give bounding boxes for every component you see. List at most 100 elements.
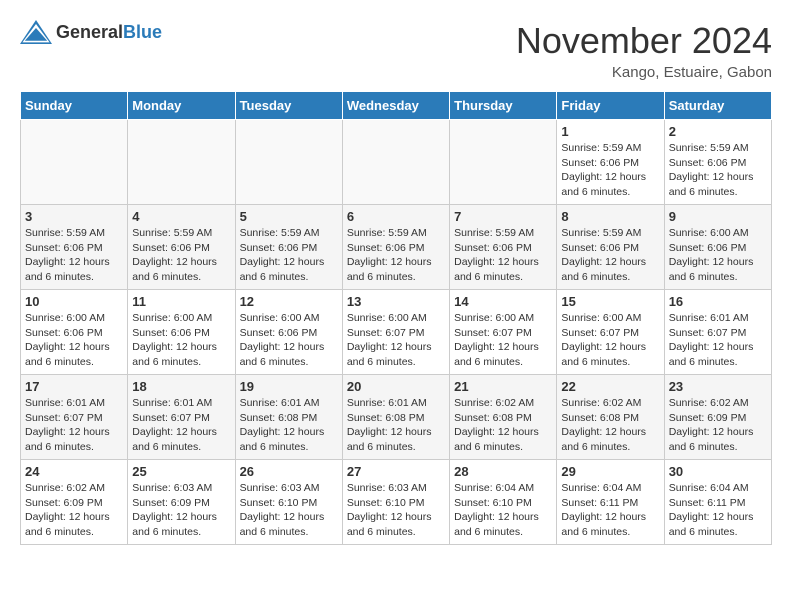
day-info: Sunrise: 5:59 AMSunset: 6:06 PMDaylight:… (25, 226, 123, 285)
day-info: Sunrise: 6:00 AMSunset: 6:07 PMDaylight:… (347, 311, 445, 370)
day-info: Sunrise: 6:00 AMSunset: 6:06 PMDaylight:… (669, 226, 767, 285)
day-info: Sunrise: 6:02 AMSunset: 6:08 PMDaylight:… (454, 396, 552, 455)
weekday-tuesday: Tuesday (235, 92, 342, 120)
calendar-day-cell: 7 Sunrise: 5:59 AMSunset: 6:06 PMDaylight… (450, 205, 557, 290)
location-subtitle: Kango, Estuaire, Gabon (516, 64, 772, 81)
day-number: 6 (347, 209, 445, 224)
calendar-day-cell: 29Sunrise: 6:04 AMSunset: 6:11 PMDayligh… (557, 460, 664, 545)
day-info: Sunrise: 6:01 AMSunset: 6:08 PMDaylight:… (240, 396, 338, 455)
day-number: 16 (669, 294, 767, 309)
calendar-day-cell: 16 Sunrise: 6:01 AMSunset: 6:07 PMDayligh… (664, 290, 771, 375)
day-number: 5 (240, 209, 338, 224)
weekday-thursday: Thursday (450, 92, 557, 120)
calendar-day-cell: 2 Sunrise: 5:59 AMSunset: 6:06 PMDaylight… (664, 120, 771, 205)
day-number: 19 (240, 379, 338, 394)
day-number: 21 (454, 379, 552, 394)
calendar-week-row: 10 Sunrise: 6:00 AMSunset: 6:06 PMDayligh… (21, 290, 772, 375)
calendar-week-row: 24 Sunrise: 6:02 AMSunset: 6:09 PMDayligh… (21, 460, 772, 545)
calendar-day-cell: 14 Sunrise: 6:00 AMSunset: 6:07 PMDayligh… (450, 290, 557, 375)
calendar-day-cell (235, 120, 342, 205)
day-info: Sunrise: 6:01 AMSunset: 6:07 PMDaylight:… (25, 396, 123, 455)
day-info: Sunrise: 6:01 AMSunset: 6:08 PMDaylight:… (347, 396, 445, 455)
day-number: 17 (25, 379, 123, 394)
day-info: Sunrise: 5:59 AMSunset: 6:06 PMDaylight:… (454, 226, 552, 285)
day-info: Sunrise: 6:03 AMSunset: 6:09 PMDaylight:… (132, 481, 230, 540)
day-info: Sunrise: 6:00 AMSunset: 6:06 PMDaylight:… (240, 311, 338, 370)
calendar-day-cell (128, 120, 235, 205)
day-number: 18 (132, 379, 230, 394)
day-info: Sunrise: 6:00 AMSunset: 6:06 PMDaylight:… (25, 311, 123, 370)
day-info: Sunrise: 6:03 AMSunset: 6:10 PMDaylight:… (240, 481, 338, 540)
day-info: Sunrise: 6:02 AMSunset: 6:08 PMDaylight:… (561, 396, 659, 455)
day-number: 7 (454, 209, 552, 224)
calendar-day-cell: 19 Sunrise: 6:01 AMSunset: 6:08 PMDayligh… (235, 375, 342, 460)
page-header: GeneralBlue November 2024 Kango, Estuair… (20, 20, 772, 81)
calendar-day-cell: 21 Sunrise: 6:02 AMSunset: 6:08 PMDayligh… (450, 375, 557, 460)
weekday-wednesday: Wednesday (342, 92, 449, 120)
day-number: 28 (454, 464, 552, 479)
calendar-body: 1 Sunrise: 5:59 AMSunset: 6:06 PMDaylight… (21, 120, 772, 545)
day-info: Sunrise: 5:59 AMSunset: 6:06 PMDaylight:… (561, 141, 659, 200)
day-number: 3 (25, 209, 123, 224)
calendar-day-cell: 26 Sunrise: 6:03 AMSunset: 6:10 PMDayligh… (235, 460, 342, 545)
calendar-day-cell: 10 Sunrise: 6:00 AMSunset: 6:06 PMDayligh… (21, 290, 128, 375)
calendar-day-cell: 6 Sunrise: 5:59 AMSunset: 6:06 PMDaylight… (342, 205, 449, 290)
day-info: Sunrise: 6:03 AMSunset: 6:10 PMDaylight:… (347, 481, 445, 540)
day-number: 4 (132, 209, 230, 224)
month-title: November 2024 (516, 20, 772, 62)
logo-blue-text: Blue (123, 22, 162, 42)
day-number: 8 (561, 209, 659, 224)
calendar-week-row: 1 Sunrise: 5:59 AMSunset: 6:06 PMDaylight… (21, 120, 772, 205)
day-number: 20 (347, 379, 445, 394)
calendar-day-cell: 1 Sunrise: 5:59 AMSunset: 6:06 PMDaylight… (557, 120, 664, 205)
calendar-header: SundayMondayTuesdayWednesdayThursdayFrid… (21, 92, 772, 120)
day-info: Sunrise: 6:04 AMSunset: 6:11 PMDaylight:… (561, 481, 659, 540)
logo-icon (20, 20, 52, 44)
day-number: 22 (561, 379, 659, 394)
day-info: Sunrise: 5:59 AMSunset: 6:06 PMDaylight:… (347, 226, 445, 285)
calendar-week-row: 3 Sunrise: 5:59 AMSunset: 6:06 PMDaylight… (21, 205, 772, 290)
day-info: Sunrise: 6:00 AMSunset: 6:07 PMDaylight:… (454, 311, 552, 370)
day-info: Sunrise: 6:01 AMSunset: 6:07 PMDaylight:… (132, 396, 230, 455)
day-number: 2 (669, 124, 767, 139)
day-info: Sunrise: 6:04 AMSunset: 6:10 PMDaylight:… (454, 481, 552, 540)
day-info: Sunrise: 5:59 AMSunset: 6:06 PMDaylight:… (669, 141, 767, 200)
day-info: Sunrise: 6:02 AMSunset: 6:09 PMDaylight:… (25, 481, 123, 540)
calendar-day-cell: 30Sunrise: 6:04 AMSunset: 6:11 PMDayligh… (664, 460, 771, 545)
day-number: 14 (454, 294, 552, 309)
day-info: Sunrise: 6:01 AMSunset: 6:07 PMDaylight:… (669, 311, 767, 370)
day-info: Sunrise: 6:02 AMSunset: 6:09 PMDaylight:… (669, 396, 767, 455)
day-info: Sunrise: 6:00 AMSunset: 6:06 PMDaylight:… (132, 311, 230, 370)
calendar-day-cell (342, 120, 449, 205)
day-info: Sunrise: 5:59 AMSunset: 6:06 PMDaylight:… (132, 226, 230, 285)
day-number: 23 (669, 379, 767, 394)
day-number: 13 (347, 294, 445, 309)
logo: GeneralBlue (20, 20, 162, 44)
calendar-day-cell (450, 120, 557, 205)
day-info: Sunrise: 5:59 AMSunset: 6:06 PMDaylight:… (561, 226, 659, 285)
day-info: Sunrise: 6:04 AMSunset: 6:11 PMDaylight:… (669, 481, 767, 540)
calendar-day-cell: 22 Sunrise: 6:02 AMSunset: 6:08 PMDayligh… (557, 375, 664, 460)
day-number: 12 (240, 294, 338, 309)
day-number: 15 (561, 294, 659, 309)
day-info: Sunrise: 6:00 AMSunset: 6:07 PMDaylight:… (561, 311, 659, 370)
day-number: 10 (25, 294, 123, 309)
calendar-day-cell: 23 Sunrise: 6:02 AMSunset: 6:09 PMDayligh… (664, 375, 771, 460)
calendar-day-cell: 18 Sunrise: 6:01 AMSunset: 6:07 PMDayligh… (128, 375, 235, 460)
day-number: 26 (240, 464, 338, 479)
calendar-day-cell: 25Sunrise: 6:03 AMSunset: 6:09 PMDayligh… (128, 460, 235, 545)
calendar-day-cell: 5Sunrise: 5:59 AMSunset: 6:06 PMDaylight… (235, 205, 342, 290)
calendar-week-row: 17 Sunrise: 6:01 AMSunset: 6:07 PMDayligh… (21, 375, 772, 460)
calendar-day-cell: 4 Sunrise: 5:59 AMSunset: 6:06 PMDaylight… (128, 205, 235, 290)
calendar-day-cell: 8 Sunrise: 5:59 AMSunset: 6:06 PMDaylight… (557, 205, 664, 290)
weekday-friday: Friday (557, 92, 664, 120)
day-number: 11 (132, 294, 230, 309)
calendar-day-cell (21, 120, 128, 205)
logo-general-text: General (56, 22, 123, 42)
day-number: 1 (561, 124, 659, 139)
calendar-day-cell: 17 Sunrise: 6:01 AMSunset: 6:07 PMDayligh… (21, 375, 128, 460)
day-number: 24 (25, 464, 123, 479)
calendar-table: SundayMondayTuesdayWednesdayThursdayFrid… (20, 91, 772, 545)
calendar-day-cell: 27Sunrise: 6:03 AMSunset: 6:10 PMDayligh… (342, 460, 449, 545)
calendar-day-cell: 15 Sunrise: 6:00 AMSunset: 6:07 PMDayligh… (557, 290, 664, 375)
